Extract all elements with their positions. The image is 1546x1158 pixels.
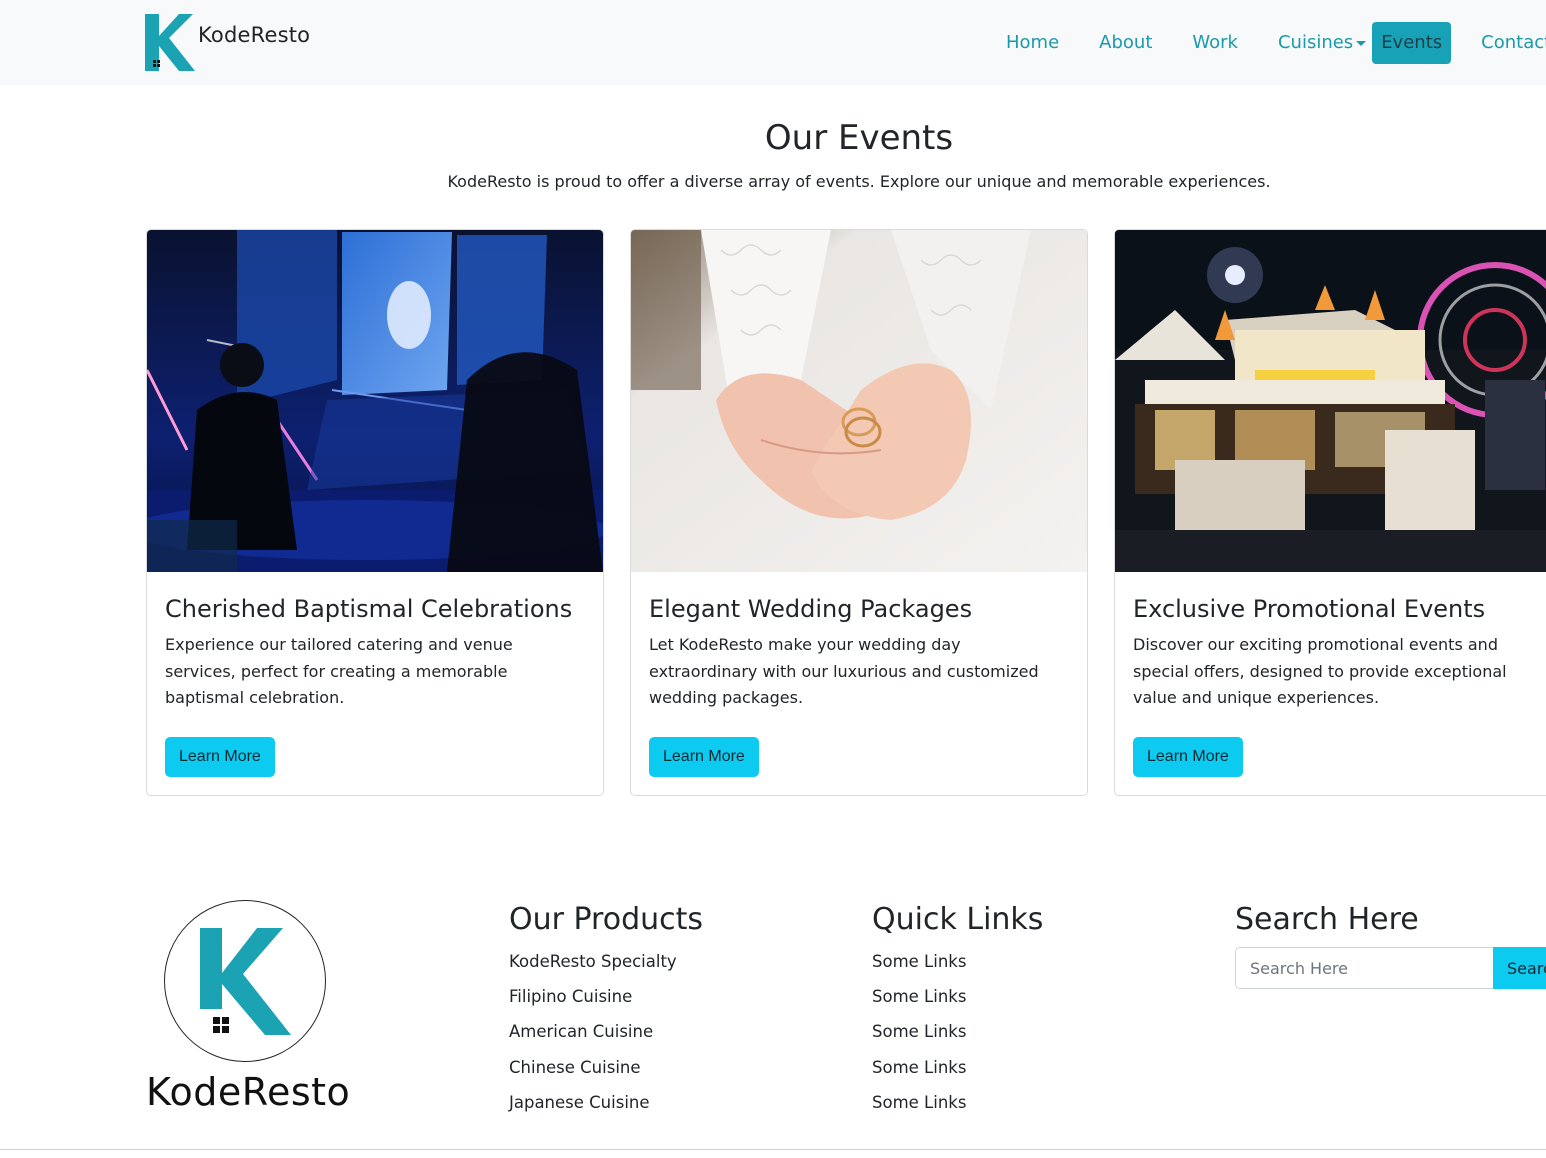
carnival-booths-image: [1115, 230, 1546, 572]
brand-name: KodeResto: [198, 23, 311, 47]
card-title: Exclusive Promotional Events: [1133, 595, 1486, 623]
event-card-wedding: Elegant Wedding Packages Let KodeResto m…: [630, 229, 1088, 796]
nav-contact[interactable]: Contact Us: [1461, 21, 1546, 65]
footer-quick-link[interactable]: Some Links: [872, 1085, 1043, 1120]
footer-divider: [0, 1149, 1546, 1150]
card-body: Cherished Baptismal Celebrations Experie…: [147, 572, 603, 742]
kode-logo-icon: [145, 14, 195, 72]
footer-quick-links: Quick Links Some Links Some Links Some L…: [872, 902, 1043, 1120]
footer-product-link[interactable]: Japanese Cuisine: [509, 1085, 703, 1120]
page-subtitle: KodeResto is proud to offer a diverse ar…: [447, 172, 1271, 191]
nav-events[interactable]: Events: [1372, 22, 1452, 64]
navbar: KodeResto Home About Work Cuisines Event…: [0, 0, 1546, 85]
wedding-rings-image: [631, 230, 1087, 572]
footer-products-heading: Our Products: [509, 902, 704, 937]
nav-links: Home About Work Cuisines Events Contact …: [986, 21, 1546, 65]
learn-more-button[interactable]: Learn More: [649, 737, 759, 777]
event-card-baptismal: Cherished Baptismal Celebrations Experie…: [146, 229, 604, 796]
nav-work[interactable]: Work: [1172, 21, 1258, 65]
footer-product-link[interactable]: American Cuisine: [509, 1014, 703, 1049]
footer-quick-link[interactable]: Some Links: [872, 1050, 1043, 1085]
footer-quick-link[interactable]: Some Links: [872, 944, 1043, 979]
learn-more-button[interactable]: Learn More: [1133, 737, 1243, 777]
search-group: Search: [1235, 947, 1546, 989]
footer-search: Search Here: [1235, 902, 1419, 944]
footer-quick-links-heading: Quick Links: [872, 902, 1044, 937]
card-body: Elegant Wedding Packages Let KodeResto m…: [631, 572, 1087, 742]
nav-cuisines-label: Cuisines: [1277, 32, 1354, 53]
footer-product-link[interactable]: Chinese Cuisine: [509, 1050, 703, 1085]
card-title: Cherished Baptismal Celebrations: [165, 595, 573, 623]
footer-search-heading: Search Here: [1235, 902, 1419, 937]
concert-stage-image: [147, 230, 603, 572]
card-text: Discover our exciting promotional events…: [1133, 635, 1507, 707]
nav-cuisines-dropdown[interactable]: Cuisines: [1258, 21, 1372, 65]
card-text: Let KodeResto make your wedding day extr…: [649, 635, 1039, 707]
search-button[interactable]: Search: [1493, 947, 1546, 989]
page-title: Our Events: [764, 118, 954, 158]
footer-brand: KodeResto: [146, 1070, 351, 1114]
card-body: Exclusive Promotional Events Discover ou…: [1115, 572, 1546, 742]
nav-about[interactable]: About: [1079, 21, 1172, 65]
learn-more-button[interactable]: Learn More: [165, 737, 275, 777]
caret-down-icon: [1356, 40, 1367, 46]
footer-quick-link[interactable]: Some Links: [872, 979, 1043, 1014]
card-text: Experience our tailored catering and ven…: [165, 635, 513, 707]
footer-quick-link[interactable]: Some Links: [872, 1014, 1043, 1049]
footer-products: Our Products KodeResto Specialty Filipin…: [509, 902, 703, 1120]
card-title: Elegant Wedding Packages: [649, 595, 973, 623]
navbar-brand[interactable]: KodeResto: [145, 14, 310, 72]
event-card-promotional: Exclusive Promotional Events Discover ou…: [1114, 229, 1546, 796]
search-input[interactable]: [1235, 947, 1493, 989]
footer-product-link[interactable]: KodeResto Specialty: [509, 944, 703, 979]
footer-logo-icon: [164, 900, 326, 1062]
nav-home[interactable]: Home: [986, 21, 1079, 65]
footer-product-link[interactable]: Filipino Cuisine: [509, 979, 703, 1014]
